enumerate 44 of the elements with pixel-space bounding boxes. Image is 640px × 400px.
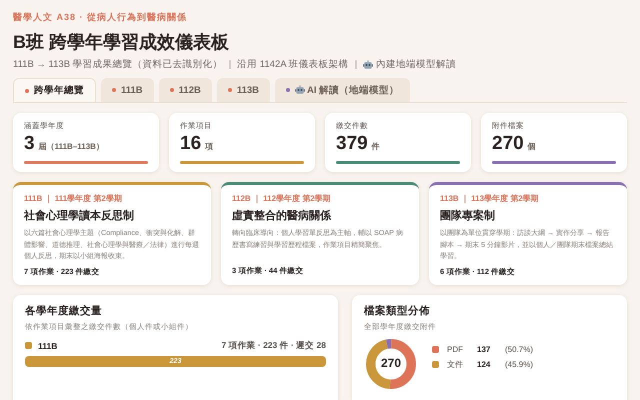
eyebrow-text: 醫學人文 A38 · 從病人行為到醫病關係 — [13, 11, 188, 24]
stat-value: 379 — [336, 133, 368, 155]
tab-label: AI 解讀（地端模型） — [307, 84, 400, 96]
semester-tag: 111B ｜ 111學年度 第2學期 — [24, 193, 200, 204]
separator: | — [354, 59, 358, 70]
semester-tag: 113B ｜ 113學年度 第2學期 — [440, 193, 616, 204]
stat-value: 270 — [492, 133, 524, 155]
page-title: B班 跨學年學習成效儀表板 — [13, 31, 230, 54]
legend-count: 124 — [477, 360, 492, 369]
stat-unit: 個 — [528, 141, 536, 152]
semester-title: 社會心理學讀本反思制 — [24, 208, 135, 223]
donut-chart-drawing — [364, 336, 418, 391]
subtitle-text: 111B → 113B 學習成果總覽（資料已去識別化） — [13, 58, 223, 71]
year-label: 111B — [38, 340, 58, 351]
tab[interactable]: 112B — [158, 78, 212, 102]
stat-unit: 屆（111B–113B） — [38, 141, 104, 152]
tab-label: 跨學年總覽 — [34, 84, 84, 97]
tab[interactable]: AI 解讀（地端模型） — [275, 78, 410, 102]
legend-label: 文件 — [447, 358, 464, 370]
tab[interactable]: 跨學年總覽 — [13, 78, 96, 102]
tab[interactable]: 111B — [101, 78, 154, 102]
stat-unit: 件 — [372, 141, 380, 152]
panel-title: 檔案類型分佈 — [364, 304, 431, 318]
stat-value: 3 — [24, 133, 35, 155]
separator: | — [228, 59, 232, 70]
tab-label: 113B — [236, 84, 260, 96]
tab-label: 112B — [178, 84, 201, 96]
donut-total: 270 — [380, 356, 402, 370]
semester-title: 虛實整合的醫病關係 — [232, 208, 332, 223]
legend-count: 137 — [477, 344, 492, 354]
robot-icon — [363, 60, 374, 70]
year-summary: 7 項作業 · 223 件 · 遲交 28 — [221, 340, 326, 352]
legend-percent: (45.9%) — [505, 360, 534, 369]
subtitle-text: 沿用 1142A 班儀表板架構 — [237, 58, 349, 71]
panel-title: 各學年度繳交量 — [25, 304, 103, 318]
tab-label: 111B — [121, 84, 143, 96]
tab[interactable]: 113B — [216, 78, 270, 102]
semester-title: 團隊專案制 — [440, 208, 496, 223]
semester-tag: 112B ｜ 112學年度 第2學期 — [232, 193, 408, 204]
subtitle-text: 內建地端模型解讀 — [376, 58, 456, 71]
stat-unit: 項 — [205, 141, 214, 152]
stat-value: 16 — [180, 133, 202, 155]
legend-label: PDF — [447, 344, 464, 354]
legend-percent: (50.7%) — [505, 344, 534, 354]
